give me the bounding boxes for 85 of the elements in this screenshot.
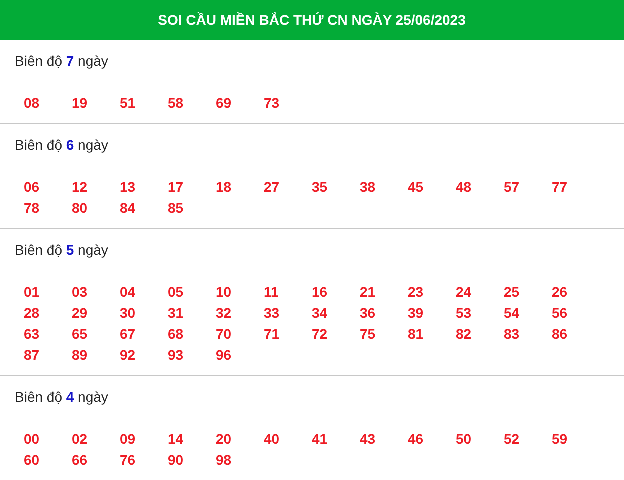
lottery-number: 81 bbox=[408, 326, 424, 342]
lottery-number: 54 bbox=[504, 305, 520, 321]
lottery-number: 73 bbox=[264, 95, 280, 111]
lottery-number: 76 bbox=[120, 452, 136, 468]
lottery-number: 41 bbox=[312, 431, 328, 447]
lottery-number: 96 bbox=[216, 347, 232, 363]
lottery-number: 98 bbox=[216, 452, 232, 468]
lottery-number: 23 bbox=[408, 284, 424, 300]
lottery-number: 57 bbox=[504, 179, 520, 195]
lottery-number: 20 bbox=[216, 431, 232, 447]
lottery-number: 84 bbox=[120, 200, 136, 216]
lottery-number: 36 bbox=[360, 305, 376, 321]
lottery-number: 25 bbox=[504, 284, 520, 300]
lottery-number: 60 bbox=[24, 452, 40, 468]
lottery-number: 14 bbox=[168, 431, 184, 447]
lottery-number: 89 bbox=[72, 347, 88, 363]
lottery-number: 75 bbox=[360, 326, 376, 342]
lottery-number: 46 bbox=[408, 431, 424, 447]
lottery-number: 58 bbox=[168, 95, 184, 111]
lottery-number: 33 bbox=[264, 305, 280, 321]
range-label: Biên độ 7 ngày bbox=[15, 53, 108, 69]
lottery-number: 26 bbox=[552, 284, 568, 300]
lottery-number: 65 bbox=[72, 326, 88, 342]
lottery-number: 31 bbox=[168, 305, 184, 321]
lottery-number: 09 bbox=[120, 431, 136, 447]
lottery-number: 30 bbox=[120, 305, 136, 321]
lottery-number: 24 bbox=[456, 284, 472, 300]
lottery-number: 11 bbox=[264, 284, 279, 300]
lottery-number: 17 bbox=[168, 179, 184, 195]
lottery-number: 12 bbox=[72, 179, 88, 195]
lottery-number: 21 bbox=[360, 284, 376, 300]
lottery-number: 63 bbox=[24, 326, 40, 342]
lottery-number: 59 bbox=[552, 431, 568, 447]
lottery-number: 05 bbox=[168, 284, 184, 300]
lottery-number: 00 bbox=[24, 431, 40, 447]
lottery-number: 85 bbox=[168, 200, 184, 216]
lottery-number: 04 bbox=[120, 284, 136, 300]
lottery-number: 78 bbox=[24, 200, 40, 216]
lottery-number: 92 bbox=[120, 347, 136, 363]
lottery-number: 03 bbox=[72, 284, 88, 300]
lottery-number: 51 bbox=[120, 95, 136, 111]
lottery-number: 39 bbox=[408, 305, 424, 321]
lottery-number: 71 bbox=[264, 326, 280, 342]
lottery-number: 80 bbox=[72, 200, 88, 216]
lottery-number: 27 bbox=[264, 179, 280, 195]
lottery-number: 02 bbox=[72, 431, 88, 447]
lottery-number: 18 bbox=[216, 179, 232, 195]
lottery-number: 77 bbox=[552, 179, 568, 195]
lottery-number: 72 bbox=[312, 326, 328, 342]
lottery-number: 01 bbox=[24, 284, 40, 300]
range-label: Biên độ 5 ngày bbox=[15, 242, 108, 258]
lottery-number: 86 bbox=[552, 326, 568, 342]
lottery-number: 87 bbox=[24, 347, 40, 363]
lottery-number: 90 bbox=[168, 452, 184, 468]
lottery-number: 56 bbox=[552, 305, 568, 321]
lottery-number: 69 bbox=[216, 95, 232, 111]
lottery-number: 28 bbox=[24, 305, 40, 321]
lottery-number: 08 bbox=[24, 95, 40, 111]
lottery-number: 53 bbox=[456, 305, 472, 321]
lottery-number: 68 bbox=[168, 326, 184, 342]
lottery-number: 82 bbox=[456, 326, 472, 342]
lottery-number: 66 bbox=[72, 452, 88, 468]
lottery-number: 40 bbox=[264, 431, 280, 447]
lottery-number: 34 bbox=[312, 305, 328, 321]
lottery-number: 45 bbox=[408, 179, 424, 195]
lottery-number: 32 bbox=[216, 305, 232, 321]
lottery-number: 67 bbox=[120, 326, 136, 342]
lottery-number: 43 bbox=[360, 431, 376, 447]
lottery-number: 83 bbox=[504, 326, 520, 342]
lottery-number: 70 bbox=[216, 326, 232, 342]
lottery-number: 13 bbox=[120, 179, 136, 195]
lottery-number: 35 bbox=[312, 179, 328, 195]
lottery-number: 16 bbox=[312, 284, 328, 300]
lottery-number: 19 bbox=[72, 95, 88, 111]
lottery-number: 29 bbox=[72, 305, 88, 321]
lottery-number: 38 bbox=[360, 179, 376, 195]
lottery-number: 10 bbox=[216, 284, 232, 300]
range-label: Biên độ 4 ngày bbox=[15, 389, 108, 405]
lottery-number: 48 bbox=[456, 179, 472, 195]
lottery-number: 50 bbox=[456, 431, 472, 447]
header-title: SOI CẦU MIỀN BẮC THỨ CN NGÀY 25/06/2023 bbox=[158, 12, 466, 28]
lottery-number: 06 bbox=[24, 179, 40, 195]
lottery-number: 52 bbox=[504, 431, 520, 447]
range-label: Biên độ 6 ngày bbox=[15, 137, 108, 153]
lottery-number: 93 bbox=[168, 347, 184, 363]
